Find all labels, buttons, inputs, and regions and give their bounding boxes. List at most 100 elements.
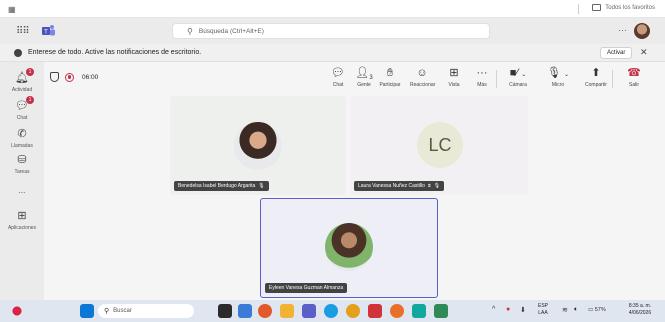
profile-avatar[interactable] [634,23,650,39]
participant-tile[interactable]: Benedelsa Isabel Berdugo Argarita 🎙︎ [170,96,346,195]
view-button[interactable]: ⊞ Vista [442,67,466,88]
notification-message: Enterese de todo. Active las notificacio… [28,49,202,56]
hang-up-icon: ☎ [627,67,641,79]
edge-icon[interactable] [324,304,338,318]
participant-photo [234,122,282,170]
meeting-toolbar: 06:00 💬︎ Chat 👤︎3 Gente ✋︎ Participar ☺ … [44,62,665,94]
search-icon: ⚲ [187,26,193,36]
divider [496,70,497,88]
more-icon: ··· [476,67,488,79]
svg-text:T: T [44,30,48,36]
clock[interactable]: 8:35 a. m. 4/06/2026 [620,303,660,317]
mic-button[interactable]: 🎙︎ ⌄ Micro [546,67,570,88]
participant-name: Laura Vanessa Nuñez Castillo [358,183,425,189]
language-line-1: ESP [538,303,549,309]
favorites-button[interactable]: Todos los favoritos [578,4,655,14]
chat-icon: 💬︎ [331,67,345,79]
wifi-icon[interactable]: ≋ [562,306,568,314]
divider [578,4,580,14]
react-button-label: Reaccionar [410,82,436,88]
camera-off-icon: ■⁄ ⌄ [509,67,527,79]
rail-item-tasks[interactable]: ⛁ Tareas [0,150,44,175]
notification-app-icon[interactable] [10,304,24,318]
rail-item-activity[interactable]: 🔔︎ 1 Actividad [0,68,44,93]
volume-icon[interactable]: 🔈︎ [574,306,578,314]
raise-hand-button[interactable]: ✋︎ Participar [378,67,402,88]
tray-app-icon[interactable]: ● [506,306,510,313]
teams-taskbar-icon[interactable] [302,304,316,318]
chrome-icon[interactable] [346,304,360,318]
people-button[interactable]: 👤︎3 Gente [352,67,376,88]
favorites-label: Todos los favoritos [605,4,655,11]
rail-item-label: Chat [16,115,28,121]
activate-button[interactable]: Activar [600,47,633,59]
teams-logo-icon: T [42,25,55,36]
participant-tile[interactable]: LC Laura Vanessa Nuñez Castillo ✋︎ 🎙︎ [350,96,528,195]
participant-name-label: Laura Vanessa Nuñez Castillo ✋︎ 🎙︎ [354,181,445,191]
taskbar-search-input[interactable]: ⚲ Buscar [98,304,194,318]
app-icon[interactable] [258,304,272,318]
bell-icon: 🔔︎ 1 [15,68,34,84]
taskbar-search-placeholder: Buscar [113,308,132,314]
language-indicator[interactable]: ESP LAA [538,303,548,317]
shield-icon [50,72,59,82]
share-icon: ⬆ [591,67,601,79]
battery-indicator[interactable]: ▭ 57% [588,307,606,313]
more-options-button[interactable]: ··· [618,25,627,35]
meeting-status: 06:00 [50,72,98,82]
widgets-icon[interactable] [238,304,252,318]
search-input[interactable]: ⚲ Búsqueda (Ctrl+Alt+E) [172,23,490,39]
app-icon[interactable] [368,304,382,318]
people-icon: 👤︎3 [355,67,373,82]
app-icon[interactable] [390,304,404,318]
rail-item-more[interactable]: ... [0,180,44,198]
rail-item-calls[interactable]: ✆ Llamadas [0,124,44,149]
chevron-up-icon[interactable]: ^ [492,306,495,313]
close-banner-button[interactable]: ✕ [640,47,648,58]
participant-name: Benedelsa Isabel Berdugo Argarita [178,183,256,189]
participant-name: Eyleen Vanesa Guzman Almanza [269,285,344,291]
people-count: 3 [369,75,373,82]
rail-item-label: Actividad [11,87,33,93]
app-icon[interactable] [434,304,448,318]
leave-button[interactable]: ☎ Salir [622,67,646,88]
leave-button-label: Salir [628,82,639,88]
apps-icon: ⊞ [17,210,27,222]
share-button[interactable]: ⬆ Compartir [584,67,608,88]
rail-item-apps[interactable]: ⊞ Aplicaciones [0,206,44,231]
more-icon: ... [18,186,26,195]
more-button[interactable]: ··· Más [470,67,494,88]
rail-item-chat[interactable]: 💬︎ 1 Chat [0,96,44,121]
react-button[interactable]: ☺ Reaccionar [410,67,436,88]
tasks-icon: ⛁ [17,154,27,166]
file-explorer-icon[interactable] [280,304,294,318]
rail-item-label: Aplicaciones [7,225,37,231]
tray-app-icon[interactable]: ⬇ [520,306,526,314]
camera-button[interactable]: ■⁄ ⌄ Cámara [506,67,530,88]
battery-level: 57% [594,307,606,313]
task-view-icon[interactable] [218,304,232,318]
app-icon[interactable] [412,304,426,318]
chat-button-label: Chat [332,82,344,88]
people-button-label: Gente [357,82,371,88]
more-button-label: Más [477,82,487,88]
raise-hand-label: Participar [379,82,401,88]
chat-button[interactable]: 💬︎ Chat [326,67,350,88]
start-icon[interactable] [80,304,94,318]
apps-grid-icon[interactable]: ▦ [8,5,16,14]
participant-name-label: Eyleen Vanesa Guzman Almanza [265,283,348,293]
folder-icon [592,4,602,11]
app-launcher-icon[interactable]: ⠿⠿ [16,26,30,37]
active-speaker-tile[interactable]: Eyleen Vanesa Guzman Almanza [260,198,438,298]
divider [612,70,613,88]
meeting-timer: 06:00 [82,73,99,81]
search-placeholder: Búsqueda (Ctrl+Alt+E) [198,27,264,35]
title-bar: ⠿⠿ T ⚲ Búsqueda (Ctrl+Alt+E) ··· [0,18,665,44]
phone-icon: ✆ [17,128,27,140]
rail-item-label: Llamadas [11,143,33,149]
grid-view-icon: ⊞ [449,67,459,79]
rail-item-label: Tareas [14,169,30,175]
mic-off-icon: 🎙︎ [258,183,265,189]
camera-button-label: Cámara [509,82,527,88]
chat-icon: 💬︎ 1 [15,96,34,112]
